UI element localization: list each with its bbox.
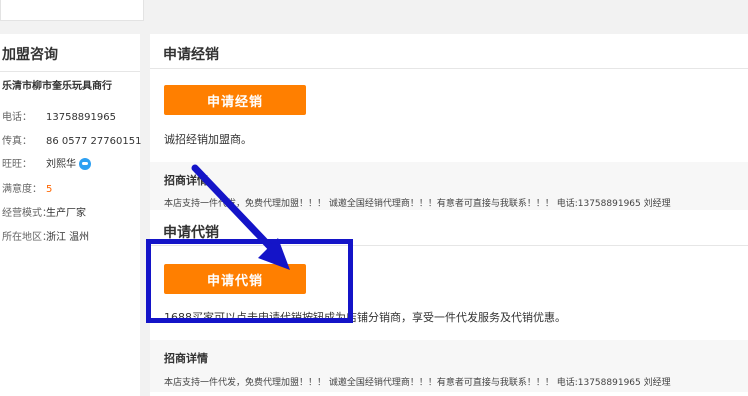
- pointer-arrow-icon: [191, 164, 290, 270]
